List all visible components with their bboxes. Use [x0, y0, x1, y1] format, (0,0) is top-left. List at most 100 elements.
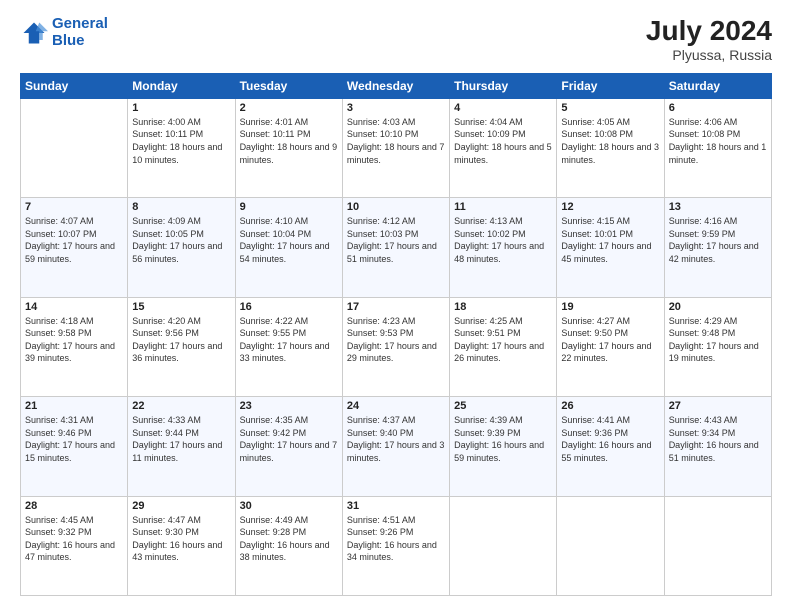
day-number: 29 [132, 500, 230, 512]
day-info: Sunrise: 4:43 AMSunset: 9:34 PMDaylight:… [669, 414, 767, 464]
logo-line1: General [52, 15, 108, 32]
day-info: Sunrise: 4:15 AMSunset: 10:01 PMDaylight… [561, 215, 659, 265]
week-row-0: 1 Sunrise: 4:00 AMSunset: 10:11 PMDayligh… [21, 98, 772, 197]
day-info: Sunrise: 4:33 AMSunset: 9:44 PMDaylight:… [132, 414, 230, 464]
table-row [21, 98, 128, 197]
day-info: Sunrise: 4:10 AMSunset: 10:04 PMDaylight… [240, 215, 338, 265]
week-row-3: 21Sunrise: 4:31 AMSunset: 9:46 PMDayligh… [21, 397, 772, 496]
table-row: 3 Sunrise: 4:03 AMSunset: 10:10 PMDayligh… [342, 98, 449, 197]
table-row: 18 Sunrise: 4:25 AMSunset: 9:51 PMDayligh… [450, 297, 557, 396]
day-number: 14 [25, 301, 123, 313]
calendar-table: Sunday Monday Tuesday Wednesday Thursday… [20, 73, 772, 596]
day-info: Sunrise: 4:05 AMSunset: 10:08 PMDaylight… [561, 116, 659, 166]
day-info: Sunrise: 4:31 AMSunset: 9:46 PMDaylight:… [25, 414, 123, 464]
table-row: 5Sunrise: 4:05 AMSunset: 10:08 PMDayligh… [557, 98, 664, 197]
day-info: Sunrise: 4:09 AMSunset: 10:05 PMDaylight… [132, 215, 230, 265]
table-row: 8 Sunrise: 4:09 AMSunset: 10:05 PMDayligh… [128, 198, 235, 297]
table-row: 16 Sunrise: 4:22 AMSunset: 9:55 PMDayligh… [235, 297, 342, 396]
table-row: 23Sunrise: 4:35 AMSunset: 9:42 PMDayligh… [235, 397, 342, 496]
day-number: 9 [240, 201, 338, 213]
table-row: 26 Sunrise: 4:41 AMSunset: 9:36 PMDayligh… [557, 397, 664, 496]
day-number: 28 [25, 500, 123, 512]
day-number: 11 [454, 201, 552, 213]
day-number: 26 [561, 400, 659, 412]
day-number: 22 [132, 400, 230, 412]
col-saturday: Saturday [664, 73, 771, 98]
day-number: 2 [240, 102, 338, 114]
col-thursday: Thursday [450, 73, 557, 98]
day-info: Sunrise: 4:12 AMSunset: 10:03 PMDaylight… [347, 215, 445, 265]
day-number: 1 [132, 102, 230, 114]
day-number: 27 [669, 400, 767, 412]
week-row-2: 14 Sunrise: 4:18 AMSunset: 9:58 PMDayligh… [21, 297, 772, 396]
logo-text: General Blue [52, 16, 108, 49]
table-row: 13Sunrise: 4:16 AMSunset: 9:59 PMDayligh… [664, 198, 771, 297]
day-number: 16 [240, 301, 338, 313]
day-number: 20 [669, 301, 767, 313]
day-info: Sunrise: 4:41 AMSunset: 9:36 PMDaylight:… [561, 414, 659, 464]
table-row: 1 Sunrise: 4:00 AMSunset: 10:11 PMDayligh… [128, 98, 235, 197]
logo: General Blue [20, 16, 108, 49]
day-number: 8 [132, 201, 230, 213]
month-year: July 2024 [646, 16, 772, 47]
day-info: Sunrise: 4:03 AMSunset: 10:10 PMDaylight… [347, 116, 445, 166]
table-row: 20Sunrise: 4:29 AMSunset: 9:48 PMDayligh… [664, 297, 771, 396]
day-number: 24 [347, 400, 445, 412]
title-block: July 2024 Plyussa, Russia [646, 16, 772, 63]
table-row: 9 Sunrise: 4:10 AMSunset: 10:04 PMDayligh… [235, 198, 342, 297]
day-info: Sunrise: 4:18 AMSunset: 9:58 PMDaylight:… [25, 315, 123, 365]
col-friday: Friday [557, 73, 664, 98]
day-info: Sunrise: 4:25 AMSunset: 9:51 PMDaylight:… [454, 315, 552, 365]
day-info: Sunrise: 4:00 AMSunset: 10:11 PMDaylight… [132, 116, 230, 166]
day-number: 31 [347, 500, 445, 512]
day-number: 18 [454, 301, 552, 313]
table-row: 2 Sunrise: 4:01 AMSunset: 10:11 PMDayligh… [235, 98, 342, 197]
day-number: 7 [25, 201, 123, 213]
table-row: 4 Sunrise: 4:04 AMSunset: 10:09 PMDayligh… [450, 98, 557, 197]
table-row: 10Sunrise: 4:12 AMSunset: 10:03 PMDaylig… [342, 198, 449, 297]
table-row [450, 496, 557, 595]
day-info: Sunrise: 4:49 AMSunset: 9:28 PMDaylight:… [240, 514, 338, 564]
table-row [557, 496, 664, 595]
col-monday: Monday [128, 73, 235, 98]
day-info: Sunrise: 4:01 AMSunset: 10:11 PMDaylight… [240, 116, 338, 166]
day-info: Sunrise: 4:23 AMSunset: 9:53 PMDaylight:… [347, 315, 445, 365]
day-info: Sunrise: 4:04 AMSunset: 10:09 PMDaylight… [454, 116, 552, 166]
table-row [664, 496, 771, 595]
day-info: Sunrise: 4:47 AMSunset: 9:30 PMDaylight:… [132, 514, 230, 564]
day-number: 6 [669, 102, 767, 114]
table-row: 14 Sunrise: 4:18 AMSunset: 9:58 PMDayligh… [21, 297, 128, 396]
location: Plyussa, Russia [646, 47, 772, 63]
logo-icon [20, 19, 48, 47]
header-row: Sunday Monday Tuesday Wednesday Thursday… [21, 73, 772, 98]
day-number: 3 [347, 102, 445, 114]
day-info: Sunrise: 4:27 AMSunset: 9:50 PMDaylight:… [561, 315, 659, 365]
day-info: Sunrise: 4:45 AMSunset: 9:32 PMDaylight:… [25, 514, 123, 564]
table-row: 22 Sunrise: 4:33 AMSunset: 9:44 PMDayligh… [128, 397, 235, 496]
logo-line2: Blue [52, 32, 85, 49]
day-info: Sunrise: 4:06 AMSunset: 10:08 PMDaylight… [669, 116, 767, 166]
col-wednesday: Wednesday [342, 73, 449, 98]
table-row: 24 Sunrise: 4:37 AMSunset: 9:40 PMDayligh… [342, 397, 449, 496]
table-row: 7 Sunrise: 4:07 AMSunset: 10:07 PMDayligh… [21, 198, 128, 297]
table-row: 12Sunrise: 4:15 AMSunset: 10:01 PMDaylig… [557, 198, 664, 297]
day-info: Sunrise: 4:22 AMSunset: 9:55 PMDaylight:… [240, 315, 338, 365]
day-number: 25 [454, 400, 552, 412]
day-info: Sunrise: 4:37 AMSunset: 9:40 PMDaylight:… [347, 414, 445, 464]
table-row: 25Sunrise: 4:39 AMSunset: 9:39 PMDayligh… [450, 397, 557, 496]
day-number: 13 [669, 201, 767, 213]
day-info: Sunrise: 4:51 AMSunset: 9:26 PMDaylight:… [347, 514, 445, 564]
day-info: Sunrise: 4:20 AMSunset: 9:56 PMDaylight:… [132, 315, 230, 365]
week-row-1: 7 Sunrise: 4:07 AMSunset: 10:07 PMDayligh… [21, 198, 772, 297]
col-tuesday: Tuesday [235, 73, 342, 98]
table-row: 21Sunrise: 4:31 AMSunset: 9:46 PMDayligh… [21, 397, 128, 496]
table-row: 30Sunrise: 4:49 AMSunset: 9:28 PMDayligh… [235, 496, 342, 595]
table-row: 17Sunrise: 4:23 AMSunset: 9:53 PMDayligh… [342, 297, 449, 396]
day-number: 23 [240, 400, 338, 412]
table-row: 19Sunrise: 4:27 AMSunset: 9:50 PMDayligh… [557, 297, 664, 396]
header: General Blue July 2024 Plyussa, Russia [20, 16, 772, 63]
day-info: Sunrise: 4:13 AMSunset: 10:02 PMDaylight… [454, 215, 552, 265]
day-number: 4 [454, 102, 552, 114]
day-info: Sunrise: 4:07 AMSunset: 10:07 PMDaylight… [25, 215, 123, 265]
table-row: 28 Sunrise: 4:45 AMSunset: 9:32 PMDayligh… [21, 496, 128, 595]
